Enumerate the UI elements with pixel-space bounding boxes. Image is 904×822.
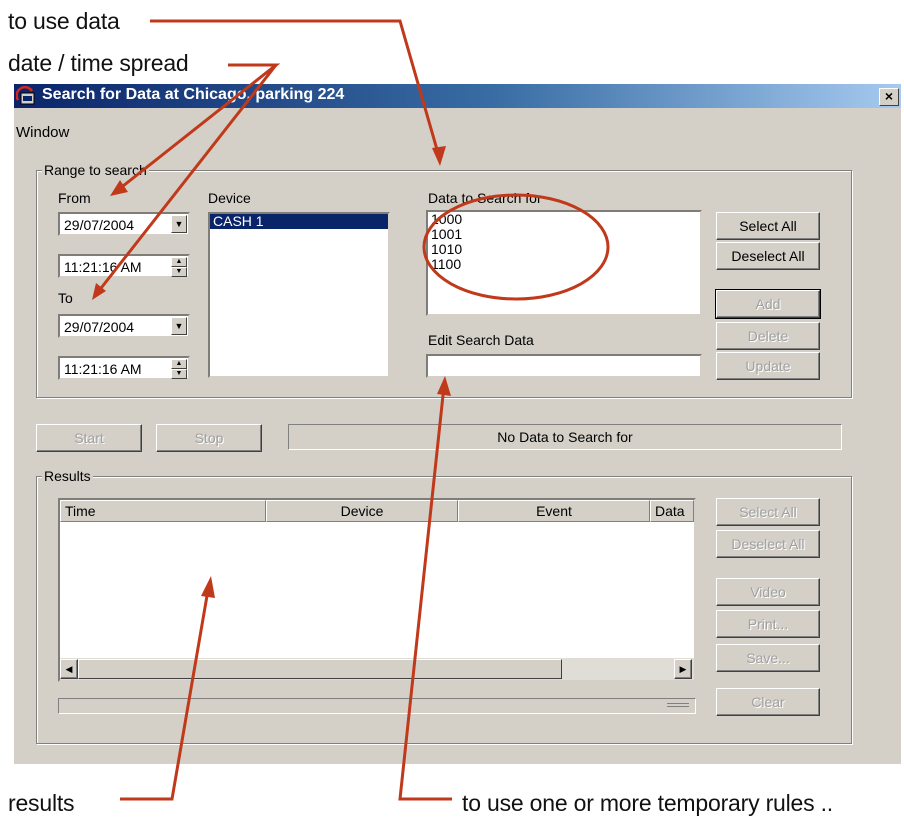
scroll-right-icon[interactable]: ▶ bbox=[674, 659, 692, 679]
video-button[interactable]: Video bbox=[716, 578, 820, 606]
search-window: Search for Data at Chicago, parking 224 … bbox=[14, 84, 901, 764]
range-legend: Range to search bbox=[42, 162, 149, 178]
list-item[interactable]: 1000 bbox=[428, 212, 700, 227]
to-date-picker[interactable]: 29/07/2004 ▼ bbox=[58, 314, 190, 338]
data-search-list[interactable]: 1000 1001 1010 1100 bbox=[426, 210, 702, 316]
update-button[interactable]: Update bbox=[716, 352, 820, 380]
resize-grip-icon bbox=[667, 703, 689, 707]
list-item[interactable]: 1100 bbox=[428, 257, 700, 272]
status-bar: No Data to Search for bbox=[288, 424, 842, 450]
column-header-device[interactable]: Device bbox=[266, 500, 458, 522]
title-bar[interactable]: Search for Data at Chicago, parking 224 … bbox=[14, 84, 901, 108]
from-time-picker[interactable]: 11:21:16 AM ▲ ▼ bbox=[58, 254, 190, 278]
from-date-picker[interactable]: 29/07/2004 ▼ bbox=[58, 212, 190, 236]
page: { "annotations": { "to_use_data": "to us… bbox=[0, 0, 904, 822]
select-all-button[interactable]: Select All bbox=[716, 212, 820, 240]
spin-up-icon[interactable]: ▲ bbox=[171, 257, 187, 267]
clear-button[interactable]: Clear bbox=[716, 688, 820, 716]
delete-button[interactable]: Delete bbox=[716, 322, 820, 350]
time-spinner[interactable]: ▲ ▼ bbox=[171, 359, 187, 379]
annotation-temporary-rules: to use one or more temporary rules .. bbox=[462, 790, 833, 816]
from-date-value: 29/07/2004 bbox=[64, 217, 135, 233]
annotation-results: results bbox=[8, 790, 75, 816]
deselect-all-button[interactable]: Deselect All bbox=[716, 242, 820, 270]
print-button[interactable]: Print... bbox=[716, 610, 820, 638]
edit-search-field[interactable] bbox=[426, 354, 702, 378]
window-title: Search for Data at Chicago, parking 224 bbox=[42, 86, 345, 103]
chevron-down-icon[interactable]: ▼ bbox=[171, 215, 187, 233]
close-button[interactable]: × bbox=[879, 88, 899, 106]
column-header-data[interactable]: Data bbox=[650, 500, 694, 522]
menu-window[interactable]: Window bbox=[16, 124, 69, 141]
stop-button[interactable]: Stop bbox=[156, 424, 262, 452]
list-item[interactable]: 1001 bbox=[428, 227, 700, 242]
spin-down-icon[interactable]: ▼ bbox=[171, 369, 187, 379]
from-time-value: 11:21:16 AM bbox=[64, 259, 142, 275]
device-item[interactable]: CASH 1 bbox=[210, 214, 388, 229]
spin-up-icon[interactable]: ▲ bbox=[171, 359, 187, 369]
save-button[interactable]: Save... bbox=[716, 644, 820, 672]
results-select-all-button[interactable]: Select All bbox=[716, 498, 820, 526]
to-label: To bbox=[58, 290, 73, 306]
column-header-event[interactable]: Event bbox=[458, 500, 650, 522]
data-to-search-label: Data to Search for bbox=[428, 190, 542, 206]
annotation-to-use-data: to use data bbox=[8, 8, 120, 34]
scroll-left-icon[interactable]: ◀ bbox=[60, 659, 78, 679]
edit-search-label: Edit Search Data bbox=[428, 332, 534, 348]
chevron-down-icon[interactable]: ▼ bbox=[171, 317, 187, 335]
scroll-thumb[interactable] bbox=[78, 659, 562, 679]
spin-down-icon[interactable]: ▼ bbox=[171, 267, 187, 277]
horizontal-scrollbar[interactable]: ◀ ▶ bbox=[60, 658, 694, 680]
progress-bar bbox=[58, 698, 696, 714]
app-icon bbox=[16, 86, 35, 105]
annotation-date-time-spread: date / time spread bbox=[8, 50, 189, 76]
list-item[interactable]: 1010 bbox=[428, 242, 700, 257]
from-label: From bbox=[58, 190, 91, 206]
device-label: Device bbox=[208, 190, 251, 206]
results-deselect-all-button[interactable]: Deselect All bbox=[716, 530, 820, 558]
start-button[interactable]: Start bbox=[36, 424, 142, 452]
results-legend: Results bbox=[42, 468, 93, 484]
device-list[interactable]: CASH 1 bbox=[208, 212, 390, 378]
to-time-picker[interactable]: 11:21:16 AM ▲ ▼ bbox=[58, 356, 190, 380]
time-spinner[interactable]: ▲ ▼ bbox=[171, 257, 187, 277]
column-header-time[interactable]: Time bbox=[60, 500, 266, 522]
to-date-value: 29/07/2004 bbox=[64, 319, 135, 335]
add-button[interactable]: Add bbox=[715, 289, 821, 319]
results-table[interactable]: Time Device Event Data ◀ ▶ bbox=[58, 498, 696, 682]
to-time-value: 11:21:16 AM bbox=[64, 361, 142, 377]
